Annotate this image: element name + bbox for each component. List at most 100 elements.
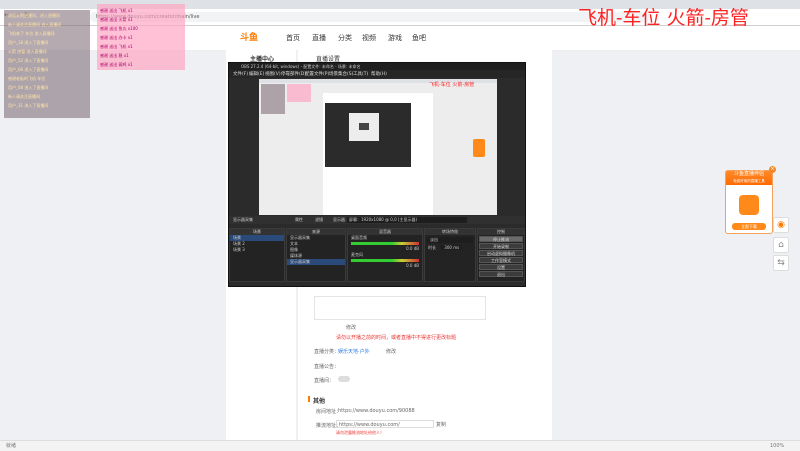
push-warning: 请勿泄露推流地址给他人！ bbox=[336, 430, 384, 435]
transition-select[interactable]: 淡出 bbox=[427, 237, 473, 243]
sources-dock: 来源 显示器采集 文本 图像 媒体源 显示器采集 bbox=[286, 228, 346, 282]
menu-tools[interactable]: 工具(T) bbox=[353, 71, 368, 77]
chat-message: 感谢老板的飞机 车位 bbox=[8, 76, 46, 81]
nested-overlay-title: 飞机-车位 火箭-房管 bbox=[429, 82, 475, 88]
stream-overlay-title: 飞机-车位 火箭-房管 bbox=[578, 7, 749, 29]
chat-message: 用户_18 进入了直播间 bbox=[8, 40, 49, 45]
virtual-camera-button[interactable]: 启动虚拟摄像机 bbox=[479, 250, 523, 256]
duration-row: 时长 300 ms bbox=[425, 245, 475, 251]
nav-home[interactable]: 首页 bbox=[286, 33, 300, 43]
source-item[interactable]: 显示器采集 bbox=[287, 259, 345, 265]
nav-video[interactable]: 视频 bbox=[362, 33, 376, 43]
gift-message: 感谢 送出 稳 x1 bbox=[100, 53, 129, 58]
gift-message: 感谢 送出 飞机 x1 bbox=[100, 44, 133, 49]
ad-subtitle: 免费好用的直播工具 bbox=[733, 179, 765, 183]
mixer-dock: 混音器 桌面音频 0.0 dB 麦克风 0.0 dB bbox=[347, 228, 423, 282]
gift-overlay: 感谢 送出 飞机 x1 感谢 送出 火箭 x1 感谢 送出 鱼丸 x100 感谢… bbox=[97, 4, 185, 70]
app-ad-widget[interactable]: 斗鱼直播伴侣 免费好用的直播工具 立即下载 bbox=[725, 170, 773, 234]
notice-textarea[interactable] bbox=[314, 296, 486, 320]
panel-edge bbox=[526, 50, 552, 440]
close-icon[interactable]: × bbox=[769, 166, 776, 173]
category-value[interactable]: 娱乐天地·户外 bbox=[338, 348, 370, 355]
room-toggle[interactable] bbox=[338, 376, 350, 382]
title-warning: 请勿以开播之前的时间，或者直播中不得进行更改标题 bbox=[336, 335, 457, 341]
display-label: 显示器 bbox=[333, 217, 345, 222]
copy-button[interactable]: 复制 bbox=[436, 421, 446, 428]
record-icon[interactable]: ◉ bbox=[773, 217, 789, 233]
scene-item[interactable]: 场景 3 bbox=[230, 247, 284, 253]
share-icon[interactable]: ⇆ bbox=[773, 255, 789, 271]
nested-gift-overlay bbox=[287, 84, 311, 102]
section-marker bbox=[308, 396, 310, 402]
menu-view[interactable]: 视图(V) bbox=[265, 71, 281, 77]
controls-dock-title: 控制 bbox=[478, 229, 524, 235]
transitions-dock: 转场特效 淡出 时长 300 ms bbox=[424, 228, 476, 282]
menu-scene-collection[interactable]: 场景集合(S) bbox=[329, 71, 353, 77]
menu-edit[interactable]: 编辑(E) bbox=[249, 71, 264, 77]
chat-message: 用户_08 进入了直播间 bbox=[8, 85, 49, 90]
gift-message: 感谢 送出 办卡 x1 bbox=[100, 35, 133, 40]
mixer-meter bbox=[351, 259, 419, 262]
menu-profile[interactable]: 配置文件(P) bbox=[305, 71, 329, 77]
obs-source-toolbar: 显示器采集 属性 滤镜 显示器 屏幕：1920x1080 @ 0,0 (主显示器… bbox=[229, 216, 525, 224]
chat-message: 新人请关注直播间 进入直播间 bbox=[8, 22, 62, 27]
mixer-meter bbox=[351, 242, 419, 245]
duration-label: 时长 bbox=[428, 245, 436, 250]
filters-button[interactable]: 滤镜 bbox=[315, 216, 323, 224]
selected-source-label: 显示器采集 bbox=[233, 217, 253, 222]
obs-menubar: 文件(F) 编辑(E) 视图(V) 停靠部件(D) 配置文件(P) 场景集合(S… bbox=[229, 70, 525, 78]
browser-status-bar: 就绪 100% bbox=[0, 440, 800, 451]
start-recording-button[interactable]: 开始录制 bbox=[479, 243, 523, 249]
duration-input[interactable]: 300 ms bbox=[441, 245, 463, 250]
obs-preview-canvas[interactable]: 飞机-车位 火箭-房管 bbox=[259, 79, 497, 215]
chat-overlay: 欢迎来到直播间，进入直播间 新人请关注直播间 进入直播间 飞机来了 车位 进入直… bbox=[4, 10, 90, 118]
settings-button[interactable]: 设置 bbox=[479, 264, 523, 270]
room-label: 直播间： bbox=[314, 378, 335, 384]
transitions-dock-title: 转场特效 bbox=[425, 229, 475, 235]
chat-message: 火箭 房管 进入直播间 bbox=[8, 49, 47, 54]
chat-message: 用户_52 进入了直播间 bbox=[8, 58, 49, 63]
nav-yuba[interactable]: 鱼吧 bbox=[412, 33, 426, 43]
nav-category[interactable]: 分类 bbox=[338, 33, 352, 43]
obs-titlebar: OBS 27.2.4 (64-bit, windows) - 配置文件: 未命名… bbox=[229, 63, 525, 70]
category-label: 直播分类： bbox=[314, 349, 340, 355]
exit-button[interactable]: 退出 bbox=[479, 271, 523, 277]
mixer-track-name: 麦克风 bbox=[351, 252, 363, 257]
ad-title: 斗鱼直播伴侣 bbox=[733, 171, 764, 177]
push-url-field[interactable]: https://www.douyu.com/ bbox=[336, 420, 434, 428]
category-edit-link[interactable]: 修改 bbox=[386, 348, 396, 355]
nav-games[interactable]: 游戏 bbox=[388, 33, 402, 43]
nested-ad-widget bbox=[473, 139, 485, 157]
display-select[interactable]: 屏幕：1920x1080 @ 0,0 (主显示器) bbox=[347, 217, 467, 223]
menu-file[interactable]: 文件(F) bbox=[233, 71, 248, 77]
nested-chat-overlay bbox=[261, 84, 285, 114]
chat-message: 飞机来了 车位 进入直播间 bbox=[8, 31, 55, 36]
chat-message: 用户_66 进入了直播间 bbox=[8, 67, 49, 72]
gift-message: 感谢 送出 火箭 x1 bbox=[100, 17, 133, 22]
nested-obs-window bbox=[325, 103, 411, 167]
gift-message: 感谢 送出 弱鸡 x1 bbox=[100, 62, 133, 67]
mixer-db: 0.0 dB bbox=[406, 263, 419, 268]
menu-docks[interactable]: 停靠部件(D) bbox=[281, 71, 306, 77]
other-heading: 其他 bbox=[313, 398, 326, 405]
home-icon[interactable]: ⌂ bbox=[773, 237, 789, 253]
scenes-dock: 场景 场景 场景 2 场景 3 bbox=[229, 228, 285, 282]
mixer-track-name: 桌面音频 bbox=[351, 235, 367, 240]
chat-message: 新人请关注直播间 bbox=[8, 94, 40, 99]
nested-obs-recursion bbox=[359, 123, 369, 130]
chat-message: 用户_31 进入了直播间 bbox=[8, 103, 49, 108]
edit-label[interactable]: 修改 bbox=[346, 324, 356, 331]
ad-header: 斗鱼直播伴侣 免费好用的直播工具 bbox=[726, 171, 772, 185]
gift-message: 感谢 送出 鱼丸 x100 bbox=[100, 26, 138, 31]
properties-button[interactable]: 属性 bbox=[295, 216, 303, 224]
studio-mode-button[interactable]: 工作室模式 bbox=[479, 257, 523, 263]
gift-message: 感谢 送出 飞机 x1 bbox=[100, 8, 133, 13]
obs-window: OBS 27.2.4 (64-bit, windows) - 配置文件: 未命名… bbox=[228, 62, 526, 287]
stop-streaming-button[interactable]: 停止推流 bbox=[479, 236, 523, 242]
nav-live[interactable]: 直播 bbox=[312, 33, 326, 43]
ad-download-button[interactable]: 立即下载 bbox=[732, 223, 766, 230]
menu-help[interactable]: 帮助(H) bbox=[371, 71, 387, 77]
room-link-value[interactable]: https://www.douyu.com/90088 bbox=[338, 408, 415, 414]
douyu-logo[interactable]: 斗鱼 bbox=[240, 30, 258, 43]
notice-label: 直播公告： bbox=[314, 364, 340, 370]
